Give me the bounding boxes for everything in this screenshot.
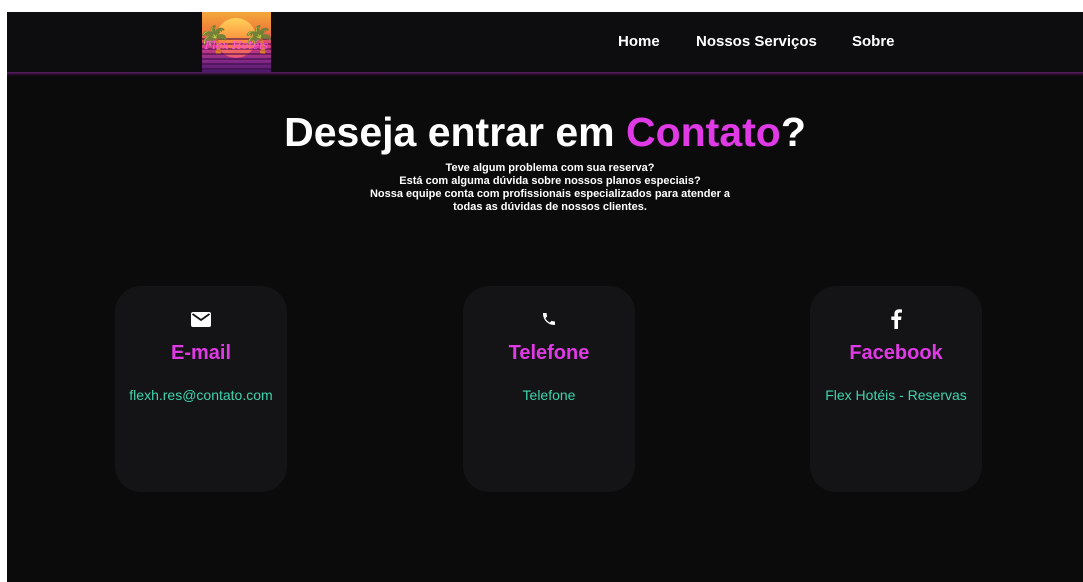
nav-links: Home Nossos Serviços Sobre: [7, 12, 1083, 72]
nav-sobre-link[interactable]: Sobre: [852, 33, 895, 50]
contact-email-link[interactable]: flexh.res@contato.com: [75, 387, 327, 403]
contact-card-email: E-mail flexh.res@contato.com: [115, 286, 287, 492]
contact-facebook-link[interactable]: Flex Hotéis - Reservas: [770, 387, 1022, 403]
intro-line: Está com alguma dúvida sobre nossos plan…: [399, 175, 701, 187]
page-title: Deseja entrar em Contato?: [7, 108, 1083, 156]
page-title-suffix: ?: [780, 109, 806, 155]
contact-card-title: Telefone: [508, 342, 590, 364]
page-viewport: 🌴 🌴 Flex Hotéis Home Nossos Serviços Sob…: [7, 12, 1083, 582]
page-title-accent: Contato: [625, 109, 781, 155]
contact-phone-link[interactable]: Telefone: [423, 387, 675, 403]
phone-icon: [463, 309, 635, 329]
intro-line: Nossa equipe conta com profissionais esp…: [369, 188, 731, 200]
envelope-icon: [115, 309, 287, 329]
nav-servicos-link[interactable]: Nossos Serviços: [696, 33, 817, 50]
facebook-icon: [810, 309, 982, 329]
contact-card-phone: Telefone Telefone: [463, 286, 635, 492]
nav-home-link[interactable]: Home: [618, 33, 660, 50]
intro-line: Teve algum problema com sua reserva?: [445, 162, 655, 174]
contact-card-title: Facebook: [849, 342, 943, 364]
intro-text: Teve algum problema com sua reserva? Est…: [7, 162, 1083, 214]
navbar-divider: [7, 72, 1083, 76]
navbar: 🌴 🌴 Flex Hotéis Home Nossos Serviços Sob…: [7, 12, 1083, 72]
contact-card-facebook: Facebook Flex Hotéis - Reservas: [810, 286, 982, 492]
contact-card-title: E-mail: [170, 342, 232, 364]
page-title-prefix: Deseja entrar em: [284, 109, 626, 155]
intro-line: todas as dúvidas de nossos clientes.: [453, 201, 647, 213]
